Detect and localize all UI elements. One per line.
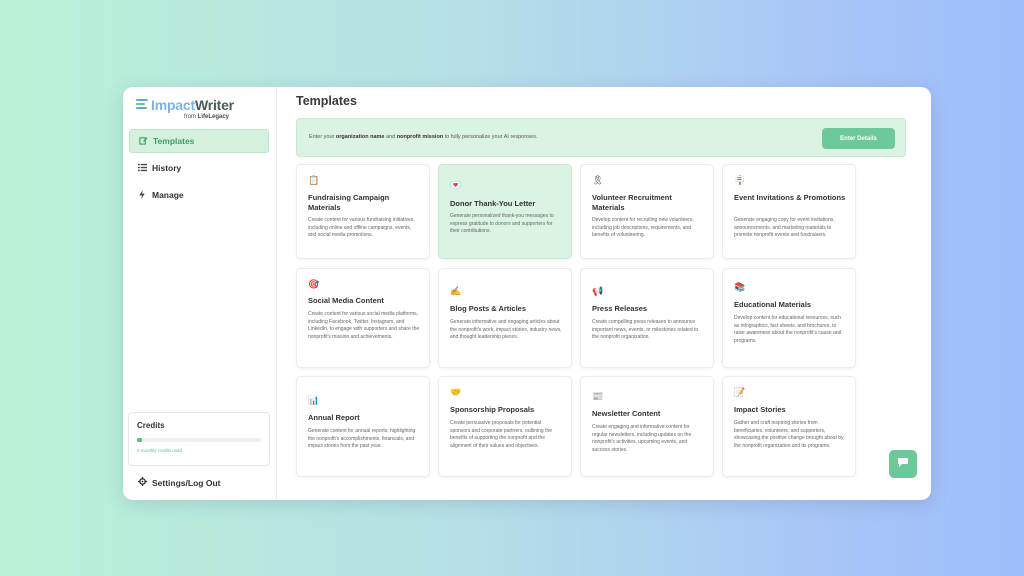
handshake-icon: 🤝 [450, 387, 462, 397]
credits-progress-fill [137, 438, 142, 442]
card-title: Impact Stories [734, 405, 786, 414]
personalize-banner: Enter your organization name and nonprof… [296, 118, 906, 157]
megaphone-icon: 📢 [592, 286, 604, 296]
main-content: Templates Enter your organization name a… [277, 87, 931, 500]
card-title: Educational Materials [734, 300, 812, 309]
card-title: Event Invitations & Promotions [734, 193, 846, 202]
card-description: Generate engaging copy for event invitat… [734, 217, 835, 238]
card-description: Create compelling press releases to anno… [592, 319, 699, 340]
card-title: Press Releases [592, 304, 648, 313]
card-description: Generate content for annual reports, hig… [308, 428, 416, 449]
books-icon: 📚 [734, 282, 746, 292]
template-card-press-releases[interactable]: 📢 Press Releases Create compelling press… [580, 268, 714, 368]
template-card-newsletter-content[interactable]: 📰 Newsletter Content Create engaging and… [580, 376, 714, 477]
gear-icon [137, 477, 147, 488]
sidebar: ImpactWriter from LifeLegacy Templates H… [123, 87, 277, 500]
card-title: Donor Thank-You Letter [450, 199, 536, 208]
list-icon [137, 163, 147, 174]
card-title: Annual Report [308, 413, 360, 422]
card-description: Create content for various fundraising i… [308, 217, 415, 238]
ribbon-icon: 🎗 [592, 175, 604, 185]
bar-chart-icon: 📊 [308, 395, 320, 405]
sidebar-item-label: Templates [153, 136, 195, 146]
writing-hand-icon: ✍ [450, 286, 462, 296]
card-description: Generate informative and engaging articl… [450, 319, 562, 340]
template-card-volunteer-recruitment[interactable]: 🎗 Volunteer Recruitment Materials Develo… [580, 164, 714, 259]
logo-title: ImpactWriter [151, 97, 234, 113]
bolt-icon [137, 189, 147, 201]
placard-icon: 🪧 [734, 175, 746, 185]
template-card-fundraising[interactable]: 📋 Fundraising Campaign Materials Create … [296, 164, 430, 259]
card-description: Create content for various social media … [308, 311, 420, 340]
template-card-blog-posts[interactable]: ✍ Blog Posts & Articles Generate informa… [438, 268, 572, 368]
template-card-sponsorship-proposals[interactable]: 🤝 Sponsorship Proposals Create persuasiv… [438, 376, 572, 477]
chat-button[interactable] [889, 450, 917, 478]
card-title: Fundraising Campaign Materials [308, 193, 390, 212]
card-description: Gather and craft inspiring stories from … [734, 420, 844, 449]
credits-used-label: 0 monthly credits used [137, 448, 183, 453]
enter-details-button[interactable]: Enter Details [822, 128, 895, 149]
sidebar-item-templates[interactable]: Templates [129, 129, 269, 153]
credits-progress-bar [137, 438, 261, 442]
edit-icon [138, 136, 148, 147]
banner-text: Enter your organization name and nonprof… [309, 134, 538, 140]
template-card-impact-stories[interactable]: 📝 Impact Stories Gather and craft inspir… [722, 376, 856, 477]
credits-panel: Credits 0 monthly credits used [128, 412, 270, 466]
card-title: Newsletter Content [592, 409, 661, 418]
card-title: Blog Posts & Articles [450, 304, 526, 313]
app-window: ImpactWriter from LifeLegacy Templates H… [123, 87, 931, 500]
card-title: Social Media Content [308, 296, 384, 305]
template-card-social-media[interactable]: 🎯 Social Media Content Create content fo… [296, 268, 430, 368]
sidebar-item-label: History [152, 163, 182, 173]
memo-icon: 📝 [734, 387, 746, 397]
card-description: Generate personalized thank-you messages… [450, 213, 554, 234]
credits-title: Credits [137, 421, 165, 430]
sidebar-item-manage[interactable]: Manage [129, 183, 269, 207]
template-card-annual-report[interactable]: 📊 Annual Report Generate content for ann… [296, 376, 430, 477]
card-title: Volunteer Recruitment Materials [592, 193, 672, 212]
newspaper-icon: 📰 [592, 391, 604, 401]
target-icon: 🎯 [308, 279, 320, 289]
logo[interactable]: ImpactWriter from LifeLegacy [136, 97, 246, 125]
settings-logout-button[interactable]: Settings/Log Out [137, 477, 220, 488]
page-title: Templates [296, 94, 357, 108]
template-card-event-invitations[interactable]: 🪧 Event Invitations & Promotions Generat… [722, 164, 856, 259]
card-description: Develop content for educational resource… [734, 315, 842, 344]
logo-mark-icon [136, 99, 148, 113]
love-letter-icon: 💌 [450, 180, 462, 190]
sidebar-item-label: Manage [152, 190, 184, 200]
template-card-educational-materials[interactable]: 📚 Educational Materials Develop content … [722, 268, 856, 368]
sidebar-item-history[interactable]: History [129, 156, 269, 180]
template-card-donor-thank-you[interactable]: 💌 Donor Thank-You Letter Generate person… [438, 164, 572, 259]
card-description: Develop content for recruiting new volun… [592, 217, 694, 238]
settings-label: Settings/Log Out [152, 477, 221, 488]
clipboard-icon: 📋 [308, 175, 320, 185]
logo-subtitle: from LifeLegacy [184, 114, 230, 120]
card-description: Create engaging and informative content … [592, 424, 692, 453]
chat-bubble-icon [897, 455, 909, 473]
card-description: Create persuasive proposals for potentia… [450, 420, 553, 449]
card-title: Sponsorship Proposals [450, 405, 535, 414]
